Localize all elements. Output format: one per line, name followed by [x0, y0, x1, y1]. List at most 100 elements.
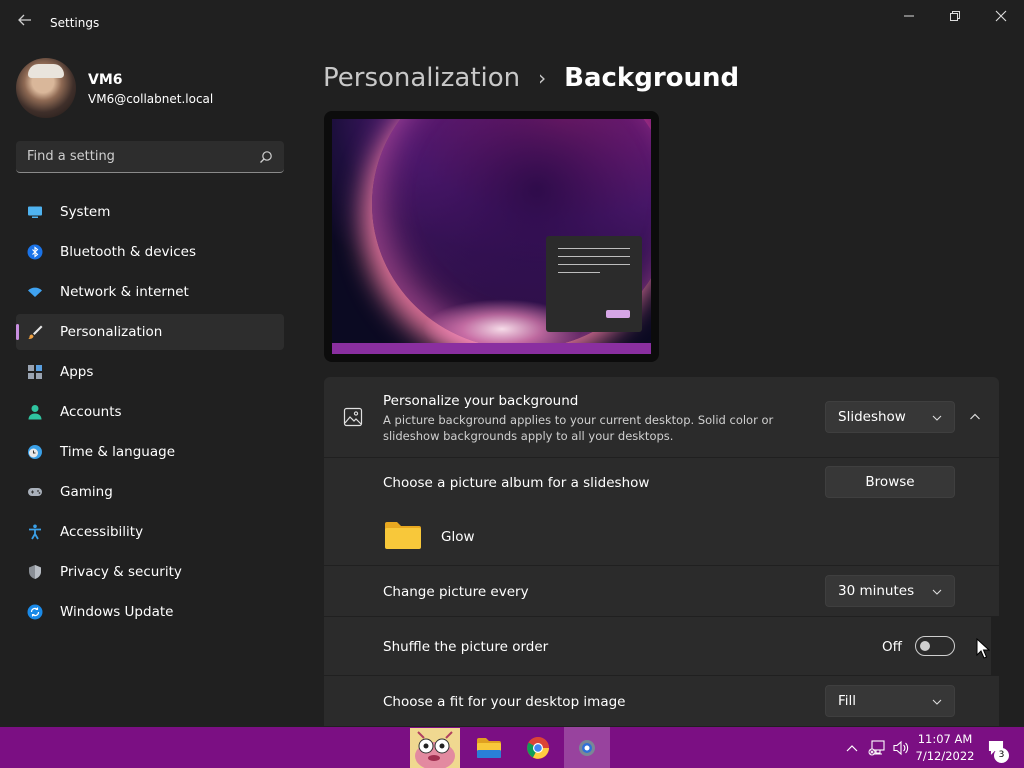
sidebar-item-personalization[interactable]: Personalization: [16, 314, 284, 350]
shuffle-label: Shuffle the picture order: [383, 639, 549, 655]
shuffle-setting: Shuffle the picture order Off: [324, 617, 991, 675]
chevron-up-icon: [846, 744, 858, 751]
collapse-button[interactable]: [962, 406, 988, 428]
file-explorer-icon: [477, 737, 501, 758]
sidebar-item-label: Time & language: [60, 444, 176, 460]
sidebar-item-label: Privacy & security: [60, 564, 182, 580]
restore-button[interactable]: [932, 0, 978, 32]
setting-title: Personalize your background: [383, 393, 579, 409]
avatar: [16, 58, 76, 118]
chrome-icon: [527, 736, 549, 759]
sidebar-item-label: Personalization: [60, 324, 163, 340]
network-icon: [868, 739, 885, 755]
album-label: Choose a picture album for a slideshow: [383, 475, 650, 491]
album-folder-name: Glow: [441, 529, 475, 545]
breadcrumb-parent[interactable]: Personalization: [323, 63, 520, 93]
fit-label: Choose a fit for your desktop image: [383, 694, 626, 710]
preview-sample-window: [546, 236, 642, 332]
chevron-down-icon: [932, 589, 942, 595]
sidebar-item-accessibility[interactable]: Accessibility: [16, 514, 284, 550]
change-interval-setting: Change picture every 30 minutes: [324, 566, 999, 616]
search-input[interactable]: [16, 141, 252, 172]
taskbar-settings[interactable]: [564, 727, 610, 768]
sidebar-item-bluetooth[interactable]: Bluetooth & devices: [16, 234, 284, 270]
sidebar-item-accounts[interactable]: Accounts: [16, 394, 284, 430]
sidebar-nav: System Bluetooth & devices Network & int…: [16, 194, 284, 634]
breadcrumb: Personalization › Background: [323, 58, 739, 98]
sidebar-item-label: System: [60, 204, 111, 220]
wifi-icon: [28, 287, 42, 297]
search-icon[interactable]: [256, 147, 276, 167]
sidebar-item-windows-update[interactable]: Windows Update: [16, 594, 284, 630]
settings-icon: [579, 739, 595, 756]
widgets-icon: [410, 727, 460, 768]
sidebar-item-label: Bluetooth & devices: [60, 244, 197, 260]
show-hidden-icons-button[interactable]: [842, 727, 862, 768]
speaker-icon: [893, 740, 909, 755]
profile-email: VM6@collabnet.local: [88, 92, 214, 106]
profile-name: VM6: [88, 72, 123, 88]
sidebar-item-gaming[interactable]: Gaming: [16, 474, 284, 510]
taskbar-chrome[interactable]: [515, 727, 561, 768]
clock-date: 7/12/2022: [915, 749, 975, 763]
sidebar-item-label: Accessibility: [60, 524, 144, 540]
shuffle-toggle[interactable]: [915, 636, 955, 656]
dropdown-value: Fill: [838, 693, 857, 709]
sidebar-item-apps[interactable]: Apps: [16, 354, 284, 390]
slideshow-album-setting: Choose a picture album for a slideshow B…: [324, 458, 999, 565]
fit-dropdown[interactable]: Fill: [825, 685, 955, 717]
window-title: Settings: [50, 16, 100, 30]
toggle-knob: [920, 641, 930, 651]
sidebar-item-network[interactable]: Network & internet: [16, 274, 284, 310]
taskbar-file-explorer[interactable]: [466, 727, 512, 768]
restore-icon: [950, 11, 960, 21]
clock-globe-icon: [28, 445, 42, 459]
sidebar-item-privacy[interactable]: Privacy & security: [16, 554, 284, 590]
background-type-dropdown[interactable]: Slideshow: [825, 401, 955, 433]
browse-button[interactable]: Browse: [825, 466, 955, 498]
close-icon: [995, 10, 1007, 22]
change-interval-label: Change picture every: [383, 584, 529, 600]
breadcrumb-separator: ›: [538, 66, 547, 90]
minimize-button[interactable]: [886, 0, 932, 32]
chevron-up-icon: [970, 413, 980, 420]
notification-count-badge: 3: [994, 748, 1009, 763]
gamepad-icon: [28, 488, 42, 496]
preview-taskbar: [332, 343, 651, 354]
toggle-state-label: Off: [882, 639, 902, 655]
accessibility-icon: [29, 524, 41, 540]
setting-description: A picture background applies to your cur…: [383, 413, 774, 443]
close-button[interactable]: [978, 0, 1024, 32]
dropdown-value: 30 minutes: [838, 583, 915, 599]
paintbrush-icon: [28, 325, 43, 339]
minimize-icon: [904, 15, 914, 17]
dropdown-value: Slideshow: [838, 409, 906, 425]
page-title: Background: [564, 63, 740, 93]
folder-icon: [385, 522, 421, 549]
bluetooth-icon: [27, 244, 43, 260]
taskbar: 11:07 AM 7/12/2022 3: [0, 727, 1024, 768]
title-bar: Settings: [0, 0, 1024, 48]
taskbar-clock[interactable]: 11:07 AM 7/12/2022: [912, 731, 978, 765]
sidebar-item-label: Gaming: [60, 484, 113, 500]
network-status-button[interactable]: [866, 727, 888, 768]
user-profile[interactable]: VM6 VM6@collabnet.local: [16, 58, 296, 118]
mouse-cursor-icon: [976, 638, 990, 659]
change-interval-dropdown[interactable]: 30 minutes: [825, 575, 955, 607]
sidebar-item-system[interactable]: System: [16, 194, 284, 230]
sidebar-item-label: Windows Update: [60, 604, 174, 620]
desktop-fit-setting: Choose a fit for your desktop image Fill: [324, 676, 999, 726]
picture-icon: [343, 407, 363, 427]
chevron-down-icon: [932, 415, 942, 421]
sidebar-item-label: Accounts: [60, 404, 122, 420]
sidebar-item-time-language[interactable]: Time & language: [16, 434, 284, 470]
chevron-down-icon: [932, 699, 942, 705]
sidebar-item-label: Apps: [60, 364, 94, 380]
back-arrow-icon[interactable]: [14, 12, 36, 34]
taskbar-widgets[interactable]: [408, 727, 462, 768]
update-icon: [27, 604, 43, 620]
search-box[interactable]: [16, 141, 284, 173]
monitor-icon: [28, 206, 42, 218]
volume-button[interactable]: [890, 727, 912, 768]
person-icon: [28, 405, 42, 420]
